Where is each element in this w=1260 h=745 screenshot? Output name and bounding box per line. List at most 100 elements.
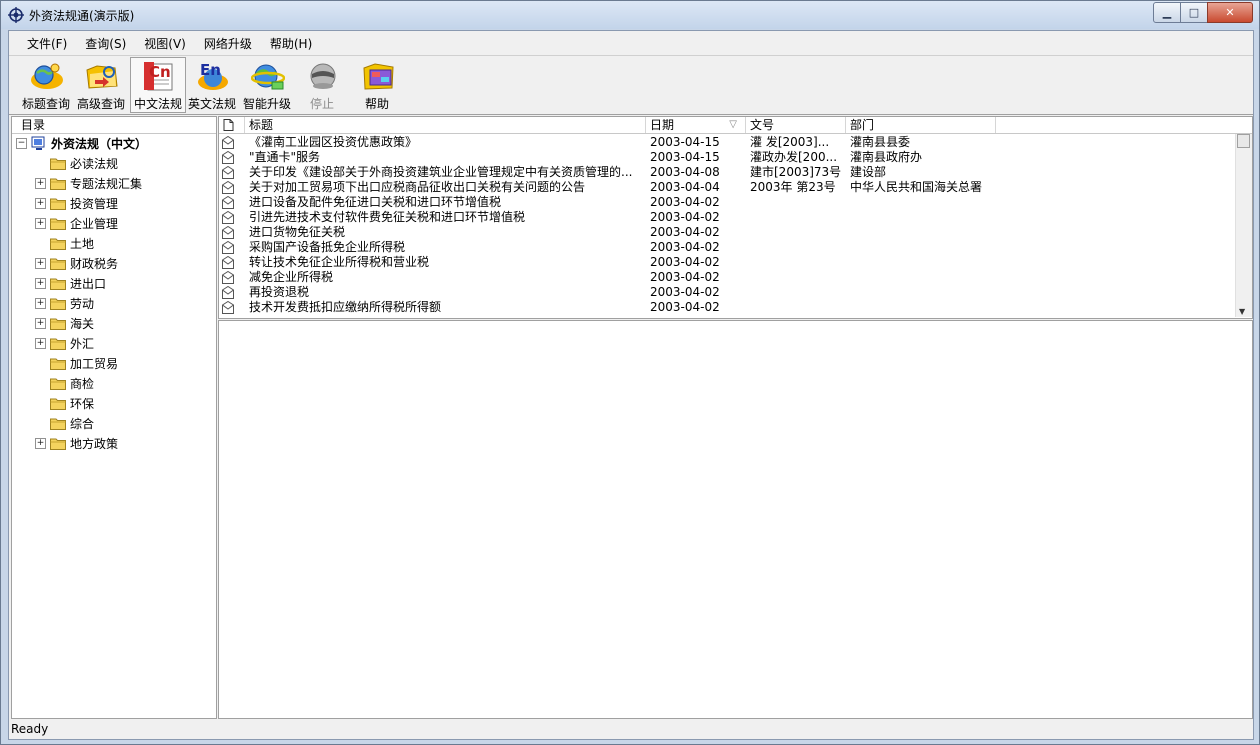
tree-item-label: 海关 (70, 316, 95, 331)
list-scrollbar[interactable]: ▼ (1235, 134, 1252, 317)
computer-book-icon (31, 136, 45, 150)
folder-icon (50, 298, 66, 310)
chinese-regulations-button[interactable]: Cn 中文法规 (130, 57, 186, 113)
table-row[interactable]: 《灌南工业园区投资优惠政策》 2003-04-15 灌 发[2003]... 灌南县县… (219, 135, 1235, 150)
envelope-icon (222, 181, 234, 194)
table-row[interactable]: 采购国产设备抵免企业所得税 2003-04-02 (219, 240, 1235, 255)
expand-icon[interactable]: + (35, 337, 46, 349)
tree-item[interactable]: 必读法规 (35, 154, 118, 172)
table-row[interactable]: 转让技术免征企业所得税和营业税 2003-04-02 (219, 255, 1235, 270)
tree-item[interactable]: + 进出口 (35, 274, 106, 292)
menu-view[interactable]: 视图(V) (132, 33, 192, 53)
table-row[interactable]: 进口设备及配件免征进口关税和进口环节增值税 2003-04-02 (219, 195, 1235, 210)
minimize-button[interactable]: ▁ (1153, 2, 1181, 23)
row-date: 2003-04-04 (650, 180, 720, 194)
table-row[interactable]: 减免企业所得税 2003-04-02 (219, 270, 1235, 285)
tree-item[interactable]: + 专题法规汇集 (35, 174, 142, 192)
table-row[interactable]: 关于印发《建设部关于外商投资建筑业企业管理规定中有关资质管理的... 2003-0… (219, 165, 1235, 180)
tree-header: 目录 (12, 117, 216, 134)
tree-item[interactable]: + 地方政策 (35, 434, 118, 452)
row-title: 转让技术免征企业所得税和营业税 (249, 255, 430, 269)
row-date: 2003-04-02 (650, 225, 720, 239)
expand-icon[interactable]: + (35, 317, 46, 329)
title-search-button[interactable]: 标题查询 (19, 58, 73, 112)
row-title: "直通卡"服务 (249, 150, 321, 164)
row-number: 灌政办发[200... (750, 150, 838, 164)
column-title-header[interactable]: 标题 (245, 117, 646, 133)
tree-item[interactable]: + 劳动 (35, 294, 94, 312)
folder-icon (50, 278, 66, 290)
row-date: 2003-04-02 (650, 270, 720, 284)
table-row[interactable]: 进口货物免征关税 2003-04-02 (219, 225, 1235, 240)
tree-item[interactable]: 综合 (35, 414, 94, 432)
tree-item[interactable]: 加工贸易 (35, 354, 118, 372)
expand-icon[interactable]: + (35, 257, 46, 269)
tree-item[interactable]: + 企业管理 (35, 214, 118, 232)
menu-network-upgrade[interactable]: 网络升级 (192, 33, 258, 53)
english-regulations-label: 英文法规 (187, 97, 236, 111)
expand-icon[interactable]: + (35, 177, 46, 189)
table-row[interactable]: 引进先进技术支付软件费免征关税和进口环节增值税 2003-04-02 (219, 210, 1235, 225)
row-date: 2003-04-02 (650, 240, 720, 254)
column-date-header[interactable]: 日期 ▽ (646, 117, 746, 133)
category-tree[interactable]: 目录 − 外资法规（中文） 必读法规 + 专题法规汇集 + 投资管理 + 企业管理土地 + 财政税务… (11, 116, 217, 719)
tree-item[interactable]: + 海关 (35, 314, 94, 332)
table-row[interactable]: 再投资退税 2003-04-02 (219, 285, 1235, 300)
status-bar: Ready (11, 722, 49, 736)
list-header: 标题 日期 ▽ 文号 部门 (219, 117, 1252, 134)
tree-item[interactable]: 土地 (35, 234, 94, 252)
chinese-regulations-label: 中文法规 (133, 97, 182, 111)
folder-icon (50, 418, 66, 430)
table-row[interactable]: 关于对加工贸易项下出口应税商品征收出口关税有关问题的公告 2003-04-04 20… (219, 180, 1235, 195)
folder-icon (50, 338, 66, 350)
english-regulations-button[interactable]: En 英文法规 (185, 58, 239, 112)
detail-view[interactable] (218, 320, 1253, 719)
column-icon-header[interactable] (219, 117, 245, 133)
tree-item-label: 外汇 (70, 336, 95, 351)
tree-item[interactable]: 环保 (35, 394, 94, 412)
stop-button[interactable]: 停止 (295, 58, 349, 112)
row-date: 2003-04-15 (650, 150, 720, 164)
menu-file[interactable]: 文件(F) (9, 33, 73, 53)
tree-item-label: 劳动 (70, 296, 95, 311)
column-dept-header[interactable]: 部门 (846, 117, 996, 133)
column-number-header[interactable]: 文号 (746, 117, 846, 133)
envelope-icon (222, 271, 234, 284)
envelope-icon (222, 136, 234, 149)
title-bar[interactable]: 外资法规通(演示版) ▁ □ ✕ (1, 1, 1259, 29)
tree-item[interactable]: + 投资管理 (35, 194, 118, 212)
scroll-thumb[interactable] (1237, 134, 1250, 148)
row-date: 2003-04-02 (650, 195, 720, 209)
expand-icon[interactable]: + (35, 297, 46, 309)
collapse-icon[interactable]: − (16, 137, 27, 149)
expand-icon[interactable]: + (35, 277, 46, 289)
row-date: 2003-04-02 (650, 210, 720, 224)
help-button[interactable]: 帮助 (350, 58, 404, 112)
tree-root-item[interactable]: − 外资法规（中文） (16, 134, 147, 152)
menu-query[interactable]: 查询(S) (73, 33, 132, 53)
expand-icon[interactable]: + (35, 437, 46, 449)
app-window: 外资法规通(演示版) ▁ □ ✕ 文件(F) 查询(S) 视图(V) 网络升级 … (0, 0, 1260, 745)
help-book-icon (363, 63, 394, 90)
scroll-down-icon[interactable]: ▼ (1239, 307, 1245, 316)
table-row[interactable]: "直通卡"服务 2003-04-15 灌政办发[200... 灌南县政府办 (219, 150, 1235, 165)
folder-icon (50, 238, 66, 250)
row-title: 采购国产设备抵免企业所得税 (249, 240, 406, 254)
menu-bar: 文件(F) 查询(S) 视图(V) 网络升级 帮助(H) (9, 33, 1253, 53)
tree-item[interactable]: 商检 (35, 374, 94, 392)
tree-item[interactable]: + 财政税务 (35, 254, 118, 272)
tree-item-label: 土地 (70, 236, 95, 251)
row-date: 2003-04-02 (650, 300, 720, 314)
table-row[interactable]: 技术开发费抵扣应缴纳所得税所得额 2003-04-02 (219, 300, 1235, 315)
regulation-list[interactable]: 标题 日期 ▽ 文号 部门 《灌南工业园区投资优惠政策》 2003-04-15 灌 … (218, 116, 1253, 319)
smart-upgrade-button[interactable]: 智能升级 (240, 58, 294, 112)
maximize-button[interactable]: □ (1180, 2, 1208, 23)
menu-help[interactable]: 帮助(H) (258, 33, 318, 53)
minimize-icon: ▁ (1162, 6, 1172, 19)
advanced-search-button[interactable]: 高级查询 (74, 58, 128, 112)
tree-item[interactable]: + 外汇 (35, 334, 94, 352)
expand-icon[interactable]: + (35, 217, 46, 229)
stop-icon (310, 63, 336, 89)
expand-icon[interactable]: + (35, 197, 46, 209)
close-button[interactable]: ✕ (1207, 2, 1253, 23)
